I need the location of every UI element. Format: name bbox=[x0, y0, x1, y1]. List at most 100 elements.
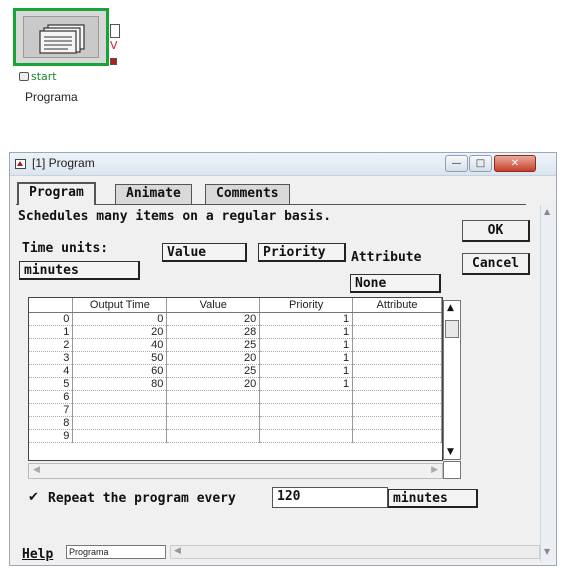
table-cell-time[interactable] bbox=[72, 429, 168, 443]
table-cell-priority[interactable]: 1 bbox=[259, 364, 354, 378]
table-row[interactable]: 3 50 20 1 bbox=[29, 351, 442, 365]
table-cell-attribute[interactable] bbox=[352, 377, 442, 391]
table-cell-attribute[interactable] bbox=[352, 390, 442, 404]
table-cell-time[interactable]: 60 bbox=[72, 364, 168, 378]
table-row[interactable]: 0 0 20 1 bbox=[29, 312, 442, 326]
table-row[interactable]: 2 40 25 1 bbox=[29, 338, 442, 352]
table-row[interactable]: 9 bbox=[29, 429, 442, 443]
repeat-units-select[interactable]: minutes bbox=[388, 489, 478, 508]
table-cell-idx: 0 bbox=[29, 312, 74, 326]
table-cell-idx: 1 bbox=[29, 325, 74, 339]
table-cell-value[interactable]: 28 bbox=[166, 325, 261, 339]
block-frame[interactable] bbox=[13, 8, 109, 66]
table-cell-time[interactable] bbox=[72, 403, 168, 417]
table-cell-priority[interactable]: 1 bbox=[259, 351, 354, 365]
table-cell-attribute[interactable] bbox=[352, 364, 442, 378]
column-header-attribute[interactable]: Attribute bbox=[352, 298, 442, 313]
table-cell-time[interactable]: 20 bbox=[72, 325, 168, 339]
repeat-interval-input[interactable]: 120 bbox=[272, 487, 388, 508]
attribute-label: Attribute bbox=[351, 250, 422, 265]
program-block[interactable]: V start Programa bbox=[13, 8, 123, 118]
cancel-button[interactable]: Cancel bbox=[462, 253, 530, 275]
table-cell-value[interactable] bbox=[166, 416, 261, 430]
table-cell-value[interactable]: 20 bbox=[166, 377, 261, 391]
table-cell-value[interactable] bbox=[166, 403, 261, 417]
table-cell-attribute[interactable] bbox=[352, 403, 442, 417]
status-scroll-left-icon[interactable]: ◀ bbox=[174, 546, 181, 556]
table-cell-priority[interactable]: 1 bbox=[259, 325, 354, 339]
window-scrollbar[interactable]: ▲ ▼ bbox=[540, 205, 556, 562]
table-cell-priority[interactable] bbox=[259, 416, 354, 430]
attribute-select[interactable]: None bbox=[350, 274, 441, 293]
column-header-priority[interactable]: Priority bbox=[259, 298, 354, 313]
table-cell-priority[interactable]: 1 bbox=[259, 338, 354, 352]
scroll-down-icon[interactable]: ▼ bbox=[544, 547, 550, 556]
value-button[interactable]: Value bbox=[162, 243, 247, 262]
table-vertical-scrollbar[interactable]: ▲ ▼ bbox=[443, 300, 461, 460]
tab-comments[interactable]: Comments bbox=[205, 184, 290, 204]
ok-button[interactable]: OK bbox=[462, 220, 530, 242]
table-cell-idx: 4 bbox=[29, 364, 74, 378]
time-units-select[interactable]: minutes bbox=[19, 261, 140, 280]
table-cell-value[interactable] bbox=[166, 429, 261, 443]
table-cell-attribute[interactable] bbox=[352, 416, 442, 430]
table-cell-time[interactable]: 50 bbox=[72, 351, 168, 365]
table-row[interactable]: 5 80 20 1 bbox=[29, 377, 442, 391]
tab-animate[interactable]: Animate bbox=[115, 184, 192, 204]
minimize-button[interactable]: — bbox=[445, 155, 468, 172]
value-connector[interactable] bbox=[110, 58, 117, 65]
table-horizontal-scrollbar[interactable]: ◀ ▶ bbox=[28, 463, 443, 479]
help-button[interactable]: Help bbox=[22, 547, 53, 562]
table-cell-value[interactable] bbox=[166, 390, 261, 404]
table-cell-time[interactable]: 80 bbox=[72, 377, 168, 391]
close-button[interactable]: ✕ bbox=[494, 155, 536, 172]
repeat-checkbox[interactable]: ✔ bbox=[28, 491, 41, 504]
table-cell-value[interactable]: 20 bbox=[166, 351, 261, 365]
column-header-value[interactable]: Value bbox=[166, 298, 261, 313]
table-cell-attribute[interactable] bbox=[352, 429, 442, 443]
output-connector[interactable] bbox=[110, 24, 120, 38]
table-cell-priority[interactable]: 1 bbox=[259, 312, 354, 326]
block-label-field[interactable]: Programa bbox=[66, 545, 166, 559]
table-row[interactable]: 1 20 28 1 bbox=[29, 325, 442, 339]
column-header-output-time[interactable]: Output Time bbox=[72, 298, 168, 313]
table-cell-attribute[interactable] bbox=[352, 338, 442, 352]
table-scroll-up-icon[interactable]: ▲ bbox=[447, 303, 454, 313]
table-cell-attribute[interactable] bbox=[352, 325, 442, 339]
table-row[interactable]: 4 60 25 1 bbox=[29, 364, 442, 378]
table-scroll-right-icon[interactable]: ▶ bbox=[431, 465, 438, 475]
table-scroll-left-icon[interactable]: ◀ bbox=[33, 465, 40, 475]
title-bar[interactable]: [1] Program — □ ✕ bbox=[10, 153, 556, 176]
maximize-button[interactable]: □ bbox=[469, 155, 492, 172]
v-connector-label: V bbox=[110, 39, 118, 52]
table-cell-attribute[interactable] bbox=[352, 351, 442, 365]
schedule-table[interactable]: Output Time Value Priority Attribute 002… bbox=[28, 297, 443, 461]
table-cell-time[interactable] bbox=[72, 416, 168, 430]
table-cell-value[interactable]: 20 bbox=[166, 312, 261, 326]
table-row[interactable]: 7 bbox=[29, 403, 442, 417]
table-scroll-thumb[interactable] bbox=[445, 320, 459, 338]
table-cell-priority[interactable] bbox=[259, 429, 354, 443]
start-connector[interactable]: start bbox=[19, 70, 57, 83]
table-cell-time[interactable] bbox=[72, 390, 168, 404]
table-cell-priority[interactable] bbox=[259, 390, 354, 404]
table-row[interactable]: 8 bbox=[29, 416, 442, 430]
table-cell-priority[interactable]: 1 bbox=[259, 377, 354, 391]
table-cell-time[interactable]: 40 bbox=[72, 338, 168, 352]
table-scroll-down-icon[interactable]: ▼ bbox=[447, 447, 454, 457]
status-scrollbar[interactable]: ◀ bbox=[170, 545, 540, 559]
priority-button[interactable]: Priority bbox=[258, 243, 346, 262]
table-cell-attribute[interactable] bbox=[352, 312, 442, 326]
window-title: [1] Program bbox=[32, 156, 95, 170]
table-cell-idx: 2 bbox=[29, 338, 74, 352]
table-cell-value[interactable]: 25 bbox=[166, 338, 261, 352]
scroll-corner bbox=[443, 461, 461, 479]
tab-program[interactable]: Program bbox=[17, 182, 96, 205]
description-text: Schedules many items on a regular basis. bbox=[18, 209, 332, 224]
table-cell-time[interactable]: 0 bbox=[72, 312, 168, 326]
table-row[interactable]: 6 bbox=[29, 390, 442, 404]
time-units-label: Time units: bbox=[22, 241, 109, 256]
table-cell-value[interactable]: 25 bbox=[166, 364, 261, 378]
scroll-up-icon[interactable]: ▲ bbox=[544, 207, 550, 216]
table-cell-priority[interactable] bbox=[259, 403, 354, 417]
